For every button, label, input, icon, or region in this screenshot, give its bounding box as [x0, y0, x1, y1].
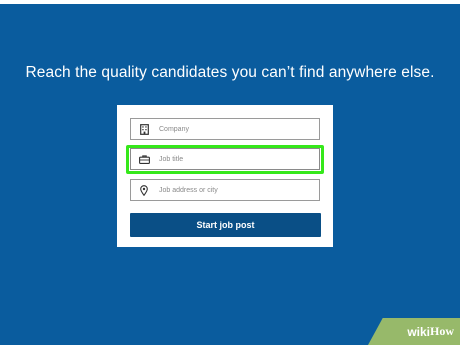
- wikihow-watermark: wiki How: [368, 318, 460, 345]
- location-pin-icon: [138, 184, 150, 196]
- highlight-box: [126, 145, 324, 174]
- company-placeholder: Company: [159, 125, 189, 133]
- job-address-placeholder: Job address or city: [159, 186, 218, 194]
- page-headline: Reach the quality candidates you can’t f…: [25, 64, 435, 81]
- building-icon: [138, 123, 150, 135]
- company-field[interactable]: Company: [130, 118, 320, 140]
- watermark-how-text: How: [430, 324, 454, 338]
- job-address-field[interactable]: Job address or city: [130, 179, 320, 201]
- watermark-wiki-text: wiki: [407, 324, 430, 339]
- job-post-form: Company Job title Job address or city St…: [117, 105, 333, 247]
- start-job-post-button[interactable]: Start job post: [130, 213, 321, 237]
